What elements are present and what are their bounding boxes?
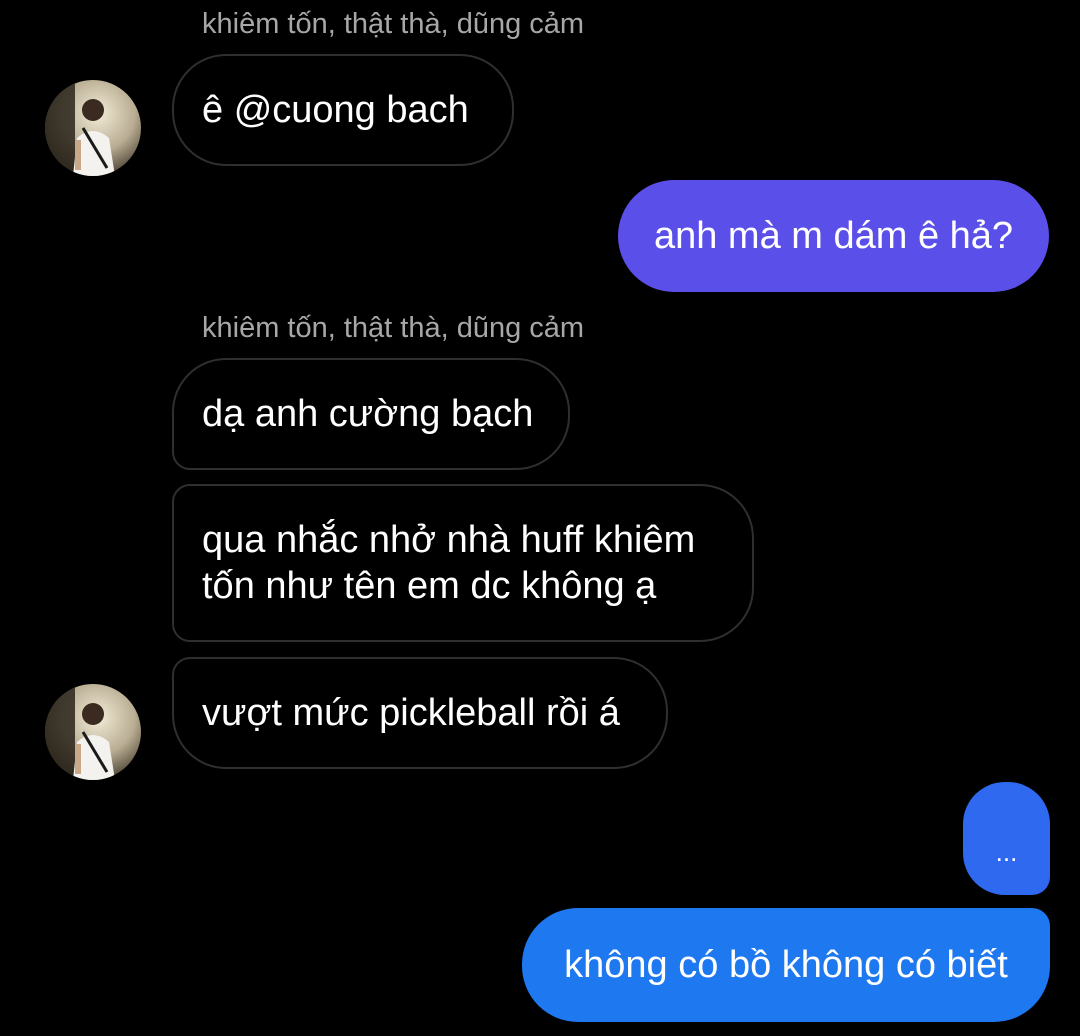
message-text: dạ anh cường bạch (202, 393, 534, 435)
incoming-message-bubble[interactable]: dạ anh cường bạch (172, 358, 570, 470)
sender-name: khiêm tốn, thật thà, dũng cảm (202, 8, 585, 40)
message-text: ... (995, 837, 1018, 867)
message-text: vượt mức pickleball rồi á (202, 692, 620, 734)
incoming-message-bubble[interactable]: qua nhắc nhở nhà huff khiêm tốn như tên … (172, 484, 754, 642)
message-text: không có bồ không có biết (564, 944, 1008, 986)
incoming-message-bubble[interactable]: ê @cuong bach (172, 54, 514, 166)
user-avatar-icon (45, 80, 141, 176)
avatar[interactable] (45, 684, 141, 780)
avatar[interactable] (45, 80, 141, 176)
outgoing-message-bubble[interactable]: không có bồ không có biết (522, 908, 1050, 1022)
incoming-message-bubble[interactable]: vượt mức pickleball rồi á (172, 657, 668, 769)
outgoing-message-bubble[interactable]: anh mà m dám ê hả? (618, 180, 1049, 292)
message-text-line: qua nhắc nhở nhà huff khiêm (202, 519, 696, 561)
message-text: ê @cuong bach (202, 89, 469, 131)
message-text: anh mà m dám ê hả? (653, 215, 1014, 257)
user-avatar-icon (45, 684, 141, 780)
sender-name: khiêm tốn, thật thà, dũng cảm (202, 312, 585, 344)
outgoing-message-bubble[interactable]: ... (963, 782, 1050, 895)
message-text-line: tốn như tên em dc không ạ (202, 565, 657, 607)
